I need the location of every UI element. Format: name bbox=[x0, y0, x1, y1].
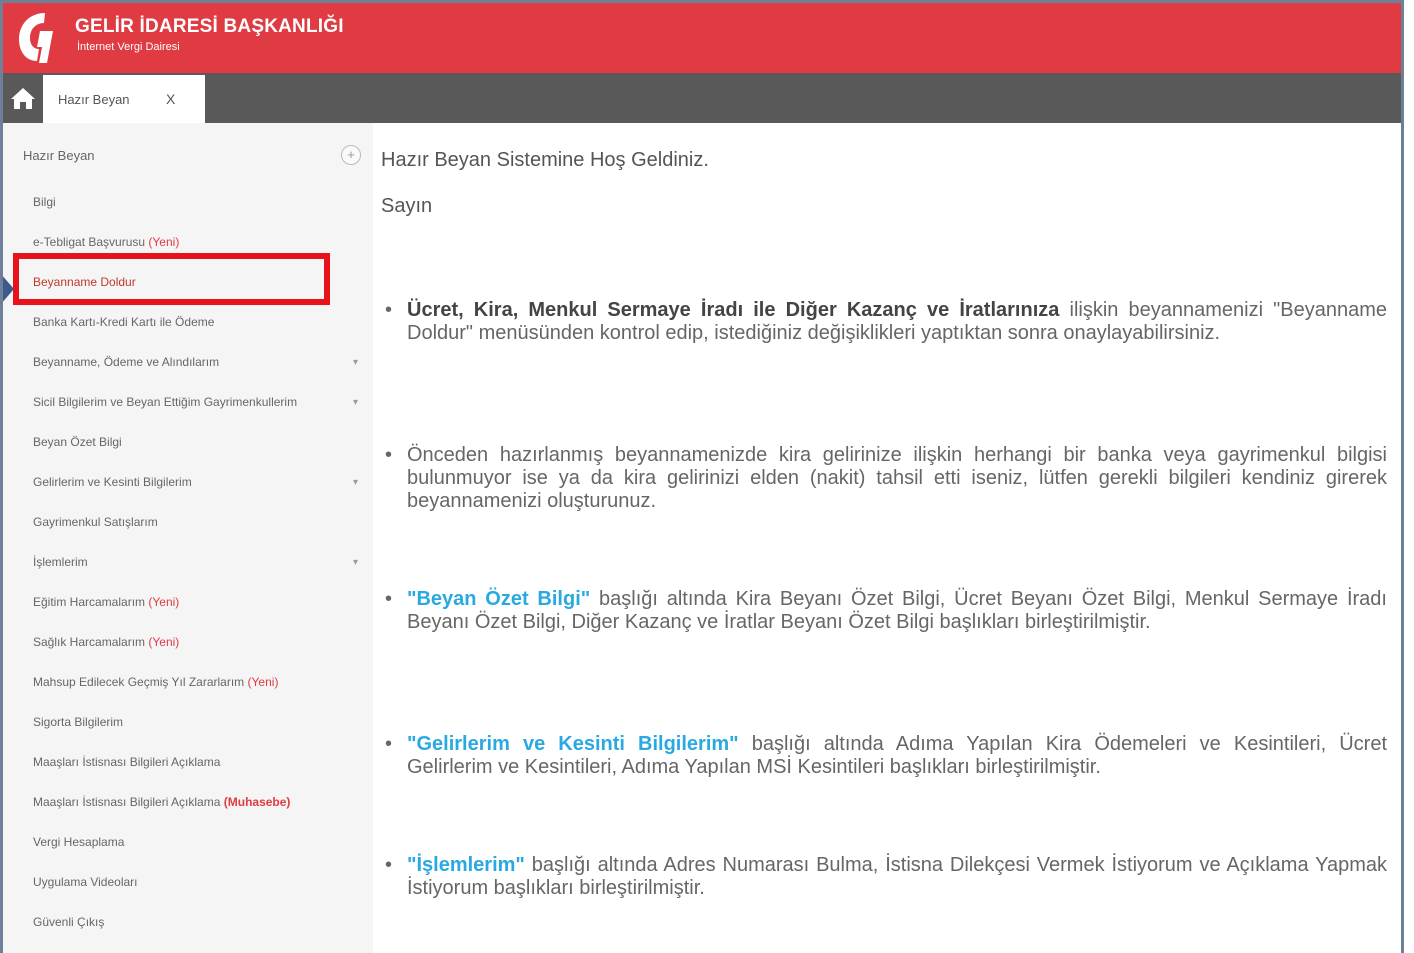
sidebar-item-beyan-ozet[interactable]: Beyan Özet Bilgi bbox=[33, 435, 122, 449]
sidebar-item-gelirlerim[interactable]: Gelirlerim ve Kesinti Bilgilerim bbox=[33, 475, 192, 489]
sidebar-item-saglik[interactable]: Sağlık Harcamalarım (Yeni) bbox=[33, 635, 179, 649]
home-button[interactable] bbox=[3, 73, 43, 123]
info-bullet: Önceden hazırlanmış beyannamenizde kira … bbox=[383, 444, 1387, 513]
main-content: Hazır Beyan Sistemine Hoş Geldiniz. Sayı… bbox=[373, 123, 1401, 953]
browser-frame: GELİR İDARESİ BAŞKANLIĞI İnternet Vergi … bbox=[0, 0, 1404, 953]
brand-subtitle: İnternet Vergi Dairesi bbox=[77, 41, 180, 53]
sidebar-item-islemlerim[interactable]: İşlemlerim bbox=[33, 555, 88, 569]
greeting: Sayın bbox=[381, 195, 433, 217]
sidebar-item-sigorta[interactable]: Sigorta Bilgilerim bbox=[33, 715, 123, 729]
brand-title: GELİR İDARESİ BAŞKANLIĞI bbox=[75, 16, 344, 37]
new-badge: (Yeni) bbox=[247, 675, 279, 689]
info-bullet: "Gelirlerim ve Kesinti Bilgilerim" başlı… bbox=[383, 733, 1387, 779]
sidebar-item-mahsup[interactable]: Mahsup Edilecek Geçmiş Yıl Zararlarım (Y… bbox=[33, 675, 278, 689]
chevron-down-icon[interactable]: ▾ bbox=[353, 557, 358, 568]
muhasebe-badge: (Muhasebe) bbox=[223, 795, 291, 809]
sidebar-item-egitim[interactable]: Eğitim Harcamalarım (Yeni) bbox=[33, 595, 179, 609]
tab-label: Hazır Beyan bbox=[58, 92, 130, 107]
new-badge: (Yeni) bbox=[148, 235, 180, 249]
sidebar-item-gayrimenkul[interactable]: Gayrimenkul Satışlarım bbox=[33, 515, 158, 529]
info-bullet: "İşlemlerim" başlığı altında Adres Numar… bbox=[383, 854, 1387, 900]
collapse-icon[interactable]: + bbox=[341, 145, 361, 165]
sidebar: Hazır Beyan + Bilgi e-Tebligat Başvurusu… bbox=[3, 123, 373, 953]
info-bullet: "Beyan Özet Bilgi" başlığı altında Kira … bbox=[383, 588, 1387, 634]
sidebar-item-maas-istisna-muhasebe[interactable]: Maaşları İstisnası Bilgileri Açıklama (M… bbox=[33, 795, 290, 809]
beyan-ozet-link[interactable]: "Beyan Özet Bilgi" bbox=[407, 588, 590, 610]
bullet-bold: Ücret, Kira, Menkul Sermaye İradı ile Di… bbox=[407, 299, 1060, 321]
tab-close-icon[interactable]: X bbox=[166, 91, 175, 107]
sidebar-item-bilgi[interactable]: Bilgi bbox=[33, 195, 56, 209]
chevron-down-icon[interactable]: ▾ bbox=[353, 357, 358, 368]
pointer-arrow-icon bbox=[3, 273, 14, 305]
sidebar-item-guvenli-cikis[interactable]: Güvenli Çıkış bbox=[33, 915, 104, 929]
sidebar-item-beyanname-odeme-alindilar[interactable]: Beyanname, Ödeme ve Alındılarım bbox=[33, 355, 219, 369]
sidebar-item-e-tebligat[interactable]: e-Tebligat Başvurusu (Yeni) bbox=[33, 235, 179, 249]
tab-bar: Hazır Beyan X bbox=[3, 73, 1401, 123]
site-header: GELİR İDARESİ BAŞKANLIĞI İnternet Vergi … bbox=[3, 3, 1401, 73]
sidebar-item-odeme[interactable]: Banka Kartı-Kredi Kartı ile Ödeme bbox=[33, 315, 214, 329]
islemlerim-link[interactable]: "İşlemlerim" bbox=[407, 854, 525, 876]
new-badge: (Yeni) bbox=[148, 635, 180, 649]
tab-hazir-beyan[interactable]: Hazır Beyan X bbox=[43, 75, 205, 123]
info-bullet: Ücret, Kira, Menkul Sermaye İradı ile Di… bbox=[383, 299, 1387, 345]
gib-logo-icon bbox=[19, 13, 53, 63]
sidebar-item-vergi-hesaplama[interactable]: Vergi Hesaplama bbox=[33, 835, 124, 849]
sidebar-item-videolar[interactable]: Uygulama Videoları bbox=[33, 875, 138, 889]
new-badge: (Yeni) bbox=[148, 595, 180, 609]
chevron-down-icon[interactable]: ▾ bbox=[353, 477, 358, 488]
highlight-box bbox=[13, 253, 330, 305]
sidebar-item-sicil-bilgilerim[interactable]: Sicil Bilgilerim ve Beyan Ettiğim Gayrim… bbox=[33, 395, 297, 409]
gelirlerim-link[interactable]: "Gelirlerim ve Kesinti Bilgilerim" bbox=[407, 733, 739, 755]
sidebar-heading: Hazır Beyan bbox=[23, 148, 95, 163]
chevron-down-icon[interactable]: ▾ bbox=[353, 397, 358, 408]
sidebar-item-maas-istisna[interactable]: Maaşları İstisnası Bilgileri Açıklama bbox=[33, 755, 220, 769]
home-icon bbox=[11, 88, 35, 109]
welcome-title: Hazır Beyan Sistemine Hoş Geldiniz. bbox=[381, 149, 709, 171]
